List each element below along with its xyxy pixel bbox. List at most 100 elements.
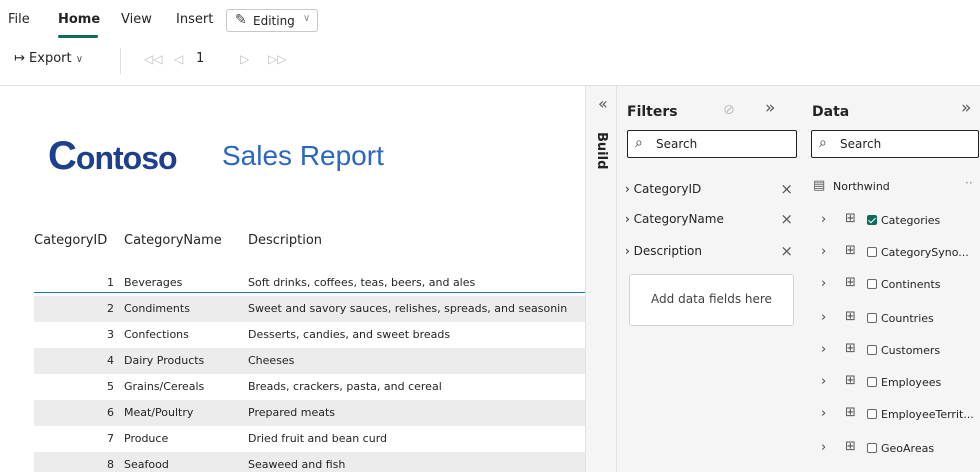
- cell-description: Seaweed and fish: [248, 458, 346, 471]
- search-icon: ⌕: [819, 135, 827, 151]
- build-pane-label[interactable]: Build: [594, 132, 609, 169]
- filter-field-name: CategoryID: [633, 182, 702, 196]
- cell-name: Produce: [124, 432, 169, 445]
- table-icon: ⊞: [845, 243, 856, 258]
- cell-name: Dairy Products: [124, 354, 205, 367]
- table-row: 7 Produce Dried fruit and bean curd: [34, 426, 585, 452]
- chevron-right-icon[interactable]: ›: [821, 310, 826, 325]
- cell-id: 1: [107, 276, 114, 289]
- data-pane: Data » ⌕ Search ▤ Northwind ·· › ⊞ Categ…: [803, 86, 980, 472]
- last-page-icon[interactable]: ▷▷: [268, 52, 286, 66]
- cell-id: 6: [107, 406, 114, 419]
- table-name: EmployeeTerrit...: [881, 408, 974, 421]
- column-header-categoryid: CategoryID: [34, 233, 108, 248]
- table-item-continents[interactable]: › ⊞ Continents: [811, 275, 980, 296]
- table-row: 4 Dairy Products Cheeses: [34, 348, 585, 374]
- close-icon[interactable]: ×: [780, 180, 793, 198]
- hide-eye-icon[interactable]: ⊘: [723, 102, 735, 118]
- table-checkbox[interactable]: [867, 215, 877, 225]
- cell-description: Prepared meats: [248, 406, 336, 419]
- menu-insert[interactable]: Insert: [176, 12, 213, 27]
- table-item-categorysynonyms[interactable]: › ⊞ CategorySyno...: [811, 243, 980, 264]
- table-icon: ⊞: [845, 211, 856, 226]
- table-checkbox[interactable]: [867, 377, 877, 387]
- logo-text: ontoso: [75, 140, 178, 176]
- menu-file[interactable]: File: [8, 12, 30, 27]
- filter-card-description[interactable]: › Description ×: [625, 242, 795, 262]
- table-checkbox[interactable]: [867, 279, 877, 289]
- table-name: Customers: [881, 344, 941, 357]
- cell-name: Confections: [124, 328, 189, 341]
- pencil-icon: ✎: [235, 12, 247, 28]
- cell-id: 4: [107, 354, 114, 367]
- table-row: 2 Condiments Sweet and savory sauces, re…: [34, 296, 585, 322]
- search-placeholder: Search: [840, 137, 882, 151]
- cell-description: Cheeses: [248, 354, 295, 367]
- filter-label: › Description: [625, 244, 702, 258]
- table-item-categories[interactable]: › ⊞ Categories: [811, 211, 980, 232]
- table-checkbox[interactable]: [867, 313, 877, 323]
- table-item-employees[interactable]: › ⊞ Employees: [811, 373, 980, 394]
- table-icon: ⊞: [845, 405, 856, 420]
- export-label: Export: [29, 51, 72, 66]
- next-page-icon[interactable]: ▷: [240, 52, 249, 66]
- expand-right-icon[interactable]: »: [961, 98, 971, 118]
- table-row: 6 Meat/Poultry Prepared meats: [34, 400, 585, 426]
- table-checkbox[interactable]: [867, 409, 877, 419]
- data-title: Data: [812, 104, 850, 120]
- filters-search-input[interactable]: ⌕ Search: [627, 130, 797, 158]
- table-checkbox[interactable]: [867, 345, 877, 355]
- table-name: Employees: [881, 376, 942, 389]
- filter-card-categoryname[interactable]: › CategoryName ×: [625, 210, 795, 230]
- cell-name: Grains/Cereals: [124, 380, 205, 393]
- chevron-right-icon[interactable]: ›: [821, 406, 826, 421]
- chevron-right-icon[interactable]: ›: [821, 212, 826, 227]
- menu-view[interactable]: View: [121, 12, 152, 27]
- export-button[interactable]: ↦ Export ∨: [14, 51, 83, 66]
- filters-title: Filters: [627, 104, 678, 120]
- search-icon: ⌕: [635, 135, 643, 151]
- cell-description: Dried fruit and bean curd: [248, 432, 388, 445]
- close-icon[interactable]: ×: [780, 210, 793, 228]
- expand-right-icon[interactable]: »: [765, 98, 775, 118]
- chevron-down-icon: ∨: [75, 54, 84, 65]
- table-row: 5 Grains/Cereals Breads, crackers, pasta…: [34, 374, 585, 400]
- chevron-right-icon[interactable]: ›: [821, 276, 826, 291]
- search-placeholder: Search: [656, 137, 698, 151]
- chevron-right-icon[interactable]: ›: [821, 342, 826, 357]
- previous-page-icon[interactable]: ◁: [174, 52, 183, 66]
- data-search-input[interactable]: ⌕ Search: [811, 130, 979, 158]
- table-name: CategorySyno...: [881, 246, 969, 259]
- model-name: Northwind: [833, 180, 890, 193]
- editing-label: Editing: [253, 14, 295, 28]
- report-title: Sales Report: [222, 140, 384, 171]
- table-item-customers[interactable]: › ⊞ Customers: [811, 341, 980, 362]
- chevron-right-icon[interactable]: ›: [821, 374, 826, 389]
- chevron-right-icon[interactable]: ›: [821, 440, 826, 455]
- table-name: Continents: [881, 278, 941, 291]
- table-item-employeeterritories[interactable]: › ⊞ EmployeeTerrit...: [811, 405, 980, 426]
- cell-id: 8: [107, 458, 114, 471]
- close-icon[interactable]: ×: [780, 242, 793, 260]
- table-name: Countries: [881, 312, 934, 325]
- database-icon: ▤: [813, 178, 826, 193]
- first-page-icon[interactable]: ◁◁: [144, 52, 162, 66]
- table-item-countries[interactable]: › ⊞ Countries: [811, 309, 980, 330]
- table-checkbox[interactable]: [867, 443, 877, 453]
- cell-name: Seafood: [124, 458, 169, 471]
- add-data-fields-dropzone[interactable]: Add data fields here: [629, 274, 794, 326]
- table-icon: ⊞: [845, 373, 856, 388]
- menu-home[interactable]: Home: [58, 12, 100, 27]
- filter-field-name: CategoryName: [633, 212, 724, 226]
- cell-description: Desserts, candies, and sweet breads: [248, 328, 451, 341]
- table-item-geoareas[interactable]: › ⊞ GeoAreas: [811, 439, 980, 460]
- filter-card-categoryid[interactable]: › CategoryID ×: [625, 180, 795, 200]
- more-options-icon[interactable]: ··: [965, 176, 973, 190]
- table-row: 1 Beverages Soft drinks, coffees, teas, …: [34, 270, 585, 296]
- table-checkbox[interactable]: [867, 247, 877, 257]
- collapse-left-icon[interactable]: «: [598, 94, 608, 113]
- editing-mode-dropdown[interactable]: ✎ Editing ∨: [226, 9, 318, 32]
- filter-label: › CategoryName: [625, 212, 724, 226]
- cell-id: 2: [107, 302, 114, 315]
- chevron-right-icon[interactable]: ›: [821, 244, 826, 259]
